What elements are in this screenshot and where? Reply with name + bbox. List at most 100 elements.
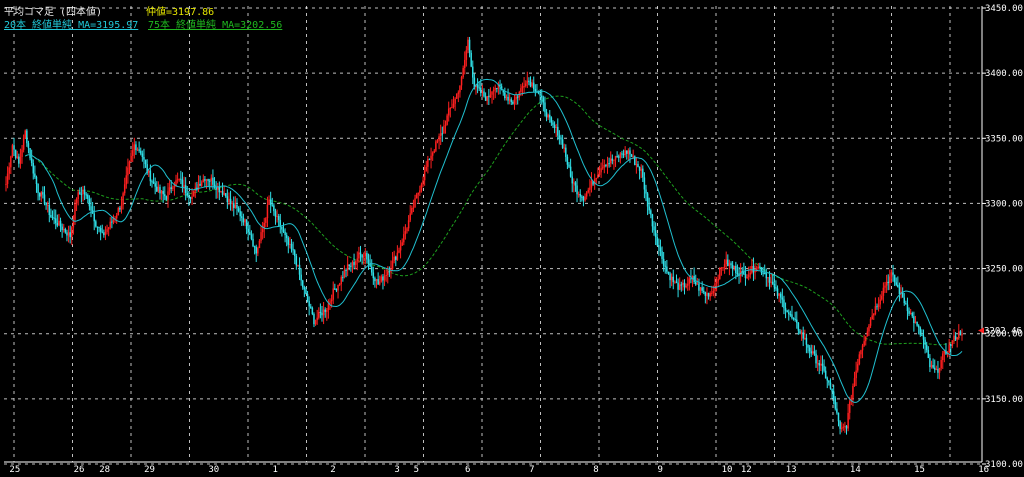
candle-body	[152, 181, 155, 184]
y-tick-label: 3300.00	[985, 199, 1023, 209]
candle-body	[136, 149, 139, 151]
x-tick-label: 26	[74, 465, 85, 475]
candle-body	[807, 344, 809, 348]
candle-body	[701, 287, 703, 291]
candle-body	[839, 421, 841, 429]
candle-body	[340, 277, 342, 285]
candle-body	[653, 226, 655, 231]
candle-body	[144, 159, 147, 165]
candle-body	[826, 378, 829, 381]
candle-body	[14, 149, 17, 158]
candle-body	[210, 177, 213, 181]
candle-body	[372, 272, 375, 279]
candle-body	[74, 203, 76, 220]
candle-body	[329, 301, 331, 304]
candle-body	[364, 253, 367, 257]
candle-body	[284, 231, 286, 236]
candle-body	[396, 252, 399, 260]
candle-body	[783, 299, 785, 309]
candle-body	[961, 334, 963, 336]
candle-body	[866, 331, 869, 337]
candle-body	[632, 156, 634, 158]
candle-body	[157, 186, 160, 192]
candle-body	[704, 292, 707, 296]
candle-body	[579, 194, 581, 197]
candle-body	[51, 217, 54, 219]
candles	[5, 36, 963, 435]
candle-body	[927, 350, 930, 359]
candle-body	[860, 350, 862, 355]
candle-body	[746, 276, 748, 278]
candle-body	[287, 237, 290, 245]
candle-body	[577, 194, 580, 196]
candle-body	[521, 86, 524, 89]
candle-body	[351, 262, 354, 267]
x-tick-label: 16	[978, 465, 989, 475]
candle-body	[380, 276, 383, 282]
candle-body	[85, 194, 87, 196]
candle-body	[277, 216, 280, 220]
candle-body	[552, 122, 554, 125]
candle-body	[435, 141, 437, 151]
candle-body	[557, 126, 559, 136]
candle-body	[561, 139, 564, 148]
candle-body	[555, 126, 557, 128]
candle-body	[885, 281, 888, 286]
candle-body	[8, 167, 10, 174]
y-tick-label: 3350.00	[985, 134, 1023, 144]
candle-body	[889, 276, 891, 283]
candle-body	[35, 176, 38, 184]
candle-body	[768, 277, 771, 283]
candle-body	[170, 187, 172, 189]
candle-body	[250, 234, 253, 239]
candle-body	[191, 196, 193, 200]
ma75-series	[24, 95, 963, 346]
candle-body	[925, 344, 928, 351]
candle-body	[816, 363, 819, 365]
x-tick-label: 14	[850, 465, 861, 475]
candle-body	[40, 192, 43, 197]
candle-body	[542, 97, 545, 103]
ma20-legend[interactable]: 20本 終値単純 MA=3195.97	[4, 16, 138, 31]
ma75-legend[interactable]: 75本 終値単純 MA=3202.56	[148, 16, 282, 31]
y-tick-label: 3250.00	[985, 265, 1023, 275]
candle-body	[824, 370, 827, 379]
candle-body	[581, 196, 583, 198]
candle-body	[913, 316, 915, 324]
y-tick-label: 3150.00	[985, 395, 1023, 405]
candle-body	[229, 198, 232, 204]
candle-body	[188, 195, 190, 197]
candle-body	[706, 292, 708, 296]
candle-body	[887, 281, 889, 283]
candle-body	[354, 261, 357, 265]
candle-body	[334, 288, 336, 290]
candle-body	[306, 294, 309, 302]
candle-body	[762, 272, 764, 274]
candle-body	[640, 168, 642, 171]
candle-body	[314, 320, 317, 325]
candle-body	[662, 258, 665, 266]
candle-body	[468, 39, 471, 53]
candle-body	[545, 112, 548, 118]
candle-body	[322, 309, 325, 316]
candle-body	[173, 185, 176, 188]
candle-body	[231, 203, 233, 205]
candle-body	[16, 156, 18, 158]
candle-body	[433, 150, 436, 153]
candle-body	[64, 229, 67, 233]
candle-body	[443, 126, 445, 134]
candle-body	[893, 274, 896, 283]
candle-body	[906, 304, 909, 312]
candle-body	[600, 168, 602, 173]
candle-body	[791, 314, 793, 319]
candle-body	[90, 206, 92, 211]
candle-body	[350, 265, 352, 267]
candle-body	[387, 271, 389, 275]
candle-body	[473, 77, 476, 88]
candle-body	[759, 266, 761, 268]
x-tick-label: 5	[414, 465, 419, 475]
candle-body	[682, 282, 684, 285]
candle-body	[45, 203, 47, 206]
candle-body	[861, 345, 864, 351]
candle-body	[821, 363, 824, 366]
